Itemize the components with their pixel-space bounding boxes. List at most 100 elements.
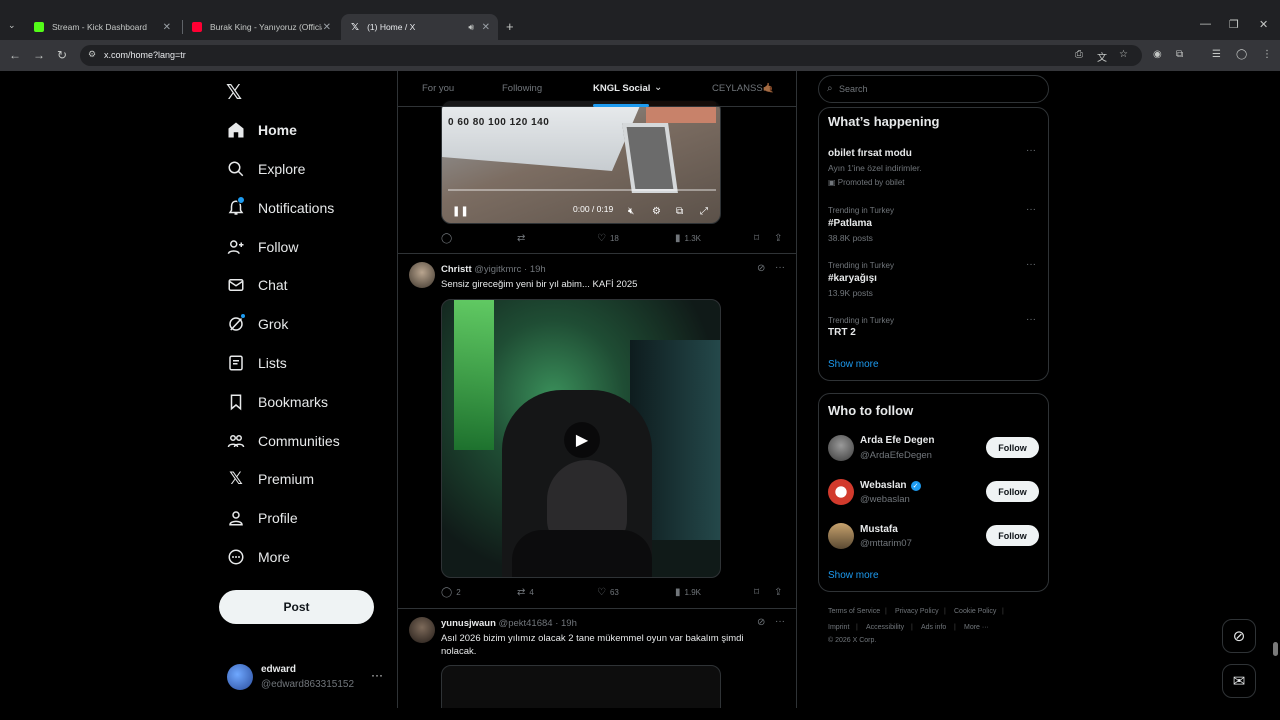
- avatar[interactable]: [227, 664, 253, 690]
- nav-follow[interactable]: Follow: [226, 235, 298, 259]
- grok-fab-button[interactable]: ⊘: [1222, 619, 1256, 653]
- suggested-user-name-text[interactable]: Webaslan: [860, 480, 907, 491]
- nav-profile[interactable]: Profile: [226, 506, 298, 530]
- tweet-video[interactable]: 0 60 80 100 120 140 ❚❚ 0:00 / 0:19 🔇︎ ⚙ …: [441, 100, 721, 224]
- nav-communities[interactable]: Communities: [226, 429, 340, 453]
- views-button[interactable]: ▮ 1.9K: [675, 587, 701, 598]
- suggested-user-name[interactable]: Arda Efe Degen: [860, 435, 934, 446]
- trend-name[interactable]: obilet fırsat modu: [828, 148, 912, 159]
- more-icon[interactable]: ···: [1026, 314, 1036, 325]
- tab-kngl-social[interactable]: KNGL Social: [593, 83, 650, 94]
- share-button[interactable]: ⇪: [774, 587, 786, 598]
- like-button[interactable]: ♡ 18: [597, 233, 619, 244]
- suggested-user-name[interactable]: Mustafa: [860, 524, 898, 535]
- mute-icon[interactable]: 🔇︎: [628, 206, 634, 217]
- more-icon[interactable]: ···: [1026, 259, 1036, 270]
- timeline[interactable]: For you Following KNGL Social ⌄ CEYLANSS…: [397, 71, 797, 708]
- puzzle-icon[interactable]: ⧉: [1176, 49, 1183, 60]
- bookmark-button[interactable]: ⌑: [754, 233, 763, 244]
- avatar[interactable]: [828, 479, 854, 505]
- follow-button[interactable]: Follow: [986, 481, 1039, 502]
- nav-explore[interactable]: Explore: [226, 157, 305, 181]
- footer-link-cookie[interactable]: Cookie Policy: [954, 608, 996, 615]
- install-icon[interactable]: ⎙: [1075, 49, 1083, 60]
- trend-name[interactable]: #karyağışı: [828, 273, 877, 284]
- nav-more[interactable]: More: [226, 545, 290, 569]
- pip-icon[interactable]: ⧉: [676, 206, 683, 217]
- reply-button[interactable]: ◯: [441, 233, 456, 244]
- post-button[interactable]: Post: [219, 590, 374, 624]
- chevron-down-icon[interactable]: ⌄: [654, 82, 662, 93]
- tab-x-home[interactable]: 𝕏 (1) Home / X 🔊︎ ✕: [341, 14, 498, 40]
- scrollbar[interactable]: [1272, 71, 1280, 720]
- account-name[interactable]: edward: [261, 664, 296, 675]
- nav-bookmarks[interactable]: Bookmarks: [226, 390, 328, 414]
- tab-search-icon[interactable]: ⌄: [8, 20, 16, 31]
- tab-for-you[interactable]: For you: [422, 83, 454, 94]
- nav-notifications[interactable]: Notifications: [226, 196, 334, 220]
- follow-button[interactable]: Follow: [986, 437, 1039, 458]
- close-icon[interactable]: ✕: [163, 22, 171, 33]
- footer-link-privacy[interactable]: Privacy Policy: [895, 608, 939, 615]
- show-more-link[interactable]: Show more: [828, 359, 879, 370]
- footer-link-accessibility[interactable]: Accessibility: [866, 624, 904, 631]
- tab-youtube[interactable]: Burak King - Yanıyoruz (Official ✕: [182, 14, 339, 40]
- nav-premium[interactable]: 𝕏 Premium: [226, 467, 314, 491]
- nav-home[interactable]: Home: [226, 118, 297, 142]
- show-more-link[interactable]: Show more: [828, 570, 879, 581]
- close-icon[interactable]: ✕: [482, 22, 490, 33]
- tweet-author[interactable]: yunusjwaun @pekt41684 · 19h: [441, 618, 577, 629]
- more-icon[interactable]: ···: [1026, 204, 1036, 215]
- more-icon[interactable]: ···: [371, 668, 383, 682]
- tab-ceylanss[interactable]: CEYLANSS🤙🏾: [712, 83, 775, 94]
- more-icon[interactable]: ···: [1026, 145, 1036, 156]
- tab-following[interactable]: Following: [502, 83, 542, 94]
- avatar[interactable]: [828, 435, 854, 461]
- author-name[interactable]: Christt: [441, 264, 472, 275]
- scrollbar-thumb[interactable]: [1273, 642, 1278, 656]
- tab-kick-dashboard[interactable]: Stream - Kick Dashboard ✕: [24, 14, 179, 40]
- avatar[interactable]: [409, 262, 435, 288]
- trend-name[interactable]: #Patlama: [828, 218, 872, 229]
- footer-link-more[interactable]: More ···: [964, 624, 989, 631]
- settings-icon[interactable]: ⚙: [652, 206, 661, 217]
- pause-icon[interactable]: ❚❚: [452, 206, 469, 217]
- forward-icon[interactable]: →: [33, 48, 45, 62]
- share-button[interactable]: ⇪: [774, 233, 786, 244]
- reload-icon[interactable]: ↻: [57, 48, 67, 62]
- new-tab-icon[interactable]: +: [506, 19, 514, 34]
- fullscreen-icon[interactable]: ⤢: [700, 206, 708, 217]
- x-logo-icon[interactable]: 𝕏: [226, 80, 242, 105]
- more-icon[interactable]: ···: [775, 616, 785, 627]
- address-bar[interactable]: [80, 45, 1142, 66]
- retweet-button[interactable]: ⇄: [517, 233, 529, 244]
- video-progress-bar[interactable]: [448, 189, 716, 191]
- author-name[interactable]: yunusjwaun: [441, 618, 496, 629]
- account-handle[interactable]: @edward863315152: [261, 679, 354, 690]
- like-button[interactable]: ♡ 63: [597, 587, 619, 598]
- url-text[interactable]: x.com/home?lang=tr: [104, 50, 186, 60]
- retweet-button[interactable]: ⇄ 4: [517, 587, 534, 598]
- extension-icon[interactable]: ◉: [1153, 49, 1162, 60]
- avatar[interactable]: [828, 523, 854, 549]
- footer-link-ads[interactable]: Ads info: [921, 624, 946, 631]
- bookmark-button[interactable]: ⌑: [754, 587, 763, 598]
- messages-fab-button[interactable]: ✉: [1222, 664, 1256, 698]
- translate-icon[interactable]: 文: [1097, 49, 1107, 64]
- footer-link-imprint[interactable]: Imprint: [828, 624, 849, 631]
- grok-icon[interactable]: ⊘: [757, 617, 765, 628]
- avatar[interactable]: [409, 617, 435, 643]
- back-icon[interactable]: ←: [9, 48, 21, 62]
- restore-icon[interactable]: ❐: [1229, 18, 1239, 31]
- nav-grok[interactable]: Grok: [226, 312, 288, 336]
- suggested-user-name[interactable]: Webaslan ✓: [860, 480, 921, 491]
- tweet-author[interactable]: Christt @yigitkmrc · 19h: [441, 264, 546, 275]
- trend-name[interactable]: TRT 2: [828, 327, 856, 338]
- profile-icon[interactable]: ◯: [1236, 49, 1247, 60]
- reply-button[interactable]: ◯ 2: [441, 587, 461, 598]
- close-window-icon[interactable]: ✕: [1259, 18, 1268, 31]
- play-icon[interactable]: ▶: [564, 422, 600, 458]
- grok-icon[interactable]: ⊘: [757, 263, 765, 274]
- minimize-icon[interactable]: —: [1200, 18, 1211, 30]
- media-icon[interactable]: ☰: [1212, 49, 1221, 60]
